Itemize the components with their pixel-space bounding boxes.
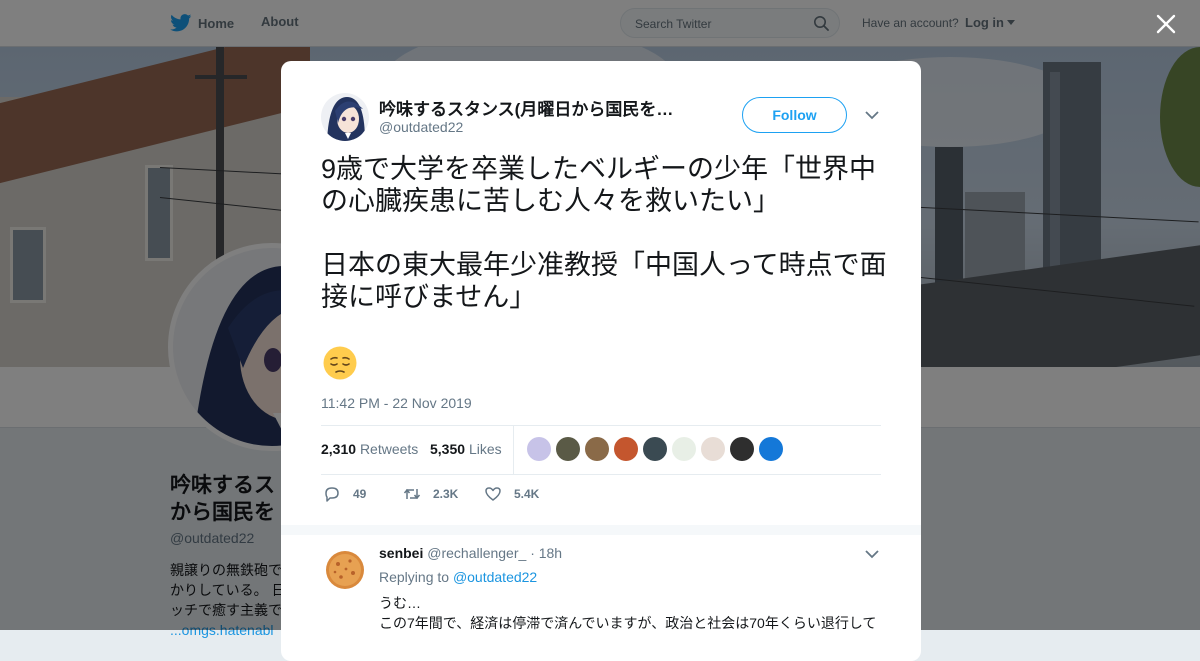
retweets-count: 2,310 xyxy=(321,441,357,457)
reply-author-avatar[interactable] xyxy=(325,550,365,590)
likes-count: 5,350 xyxy=(430,441,466,457)
pensive-face-emoji-icon xyxy=(323,346,357,380)
liker-avatar[interactable] xyxy=(614,437,638,461)
anime-avatar-image xyxy=(321,93,369,141)
like-action[interactable]: 5.4K xyxy=(484,485,539,503)
tweet-stats: 2,310 Retweets 5,350 Likes xyxy=(321,425,881,475)
chevron-down-icon[interactable] xyxy=(865,549,879,559)
tweet-text: 9歳で大学を卒業したベルギーの少年「世界中の心臓疾患に苦しむ人々を救いたい」 日… xyxy=(321,154,887,312)
tweet-author-handle[interactable]: @outdated22 xyxy=(379,119,463,135)
tweet-modal: 吟味するスタンス(月曜日から国民を… @outdated22 Follow 9歳… xyxy=(281,61,921,661)
reply-count: 49 xyxy=(353,487,367,501)
replies-separator xyxy=(281,525,921,535)
retweet-action[interactable]: 2.3K xyxy=(403,485,458,503)
reply-text-line: うむ… xyxy=(379,595,421,611)
retweet-icon xyxy=(403,488,421,500)
retweets-label: Retweets xyxy=(359,441,419,457)
reply-icon xyxy=(325,487,339,502)
stats-divider xyxy=(513,426,514,474)
senbei-cracker-image xyxy=(325,550,365,590)
liker-avatars xyxy=(527,437,788,461)
reply-author-name[interactable]: senbei xyxy=(379,545,423,561)
reply-author-handle[interactable]: @rechallenger_ xyxy=(427,545,526,561)
liker-avatar[interactable] xyxy=(585,437,609,461)
tweet-author-avatar[interactable] xyxy=(321,93,369,141)
liker-avatar[interactable] xyxy=(556,437,580,461)
liker-avatar[interactable] xyxy=(730,437,754,461)
reply-text-line: この7年間で、経済は停滞で済んでいますが、政治と社会は70年くらい退行して xyxy=(379,615,877,631)
likes-label: Likes xyxy=(468,441,502,457)
replying-to-prefix: Replying to xyxy=(379,569,450,585)
retweet-count: 2.3K xyxy=(433,487,459,501)
reply-text: うむ… この7年間で、経済は停滞で済んでいますが、政治と社会は70年くらい退行し… xyxy=(379,593,889,633)
liker-avatar[interactable] xyxy=(672,437,696,461)
tweet-author-name[interactable]: 吟味するスタンス(月曜日から国民を… xyxy=(379,95,699,120)
heart-icon xyxy=(485,487,501,501)
liker-avatar[interactable] xyxy=(759,437,783,461)
reply-time[interactable]: · 18h xyxy=(530,545,562,561)
replying-to-link[interactable]: @outdated22 xyxy=(453,569,537,585)
tweet-timestamp[interactable]: 11:42 PM - 22 Nov 2019 xyxy=(321,395,472,411)
liker-avatar[interactable] xyxy=(701,437,725,461)
retweets-stat[interactable]: 2,310 Retweets xyxy=(321,441,418,457)
follow-button[interactable]: Follow xyxy=(742,97,847,133)
liker-avatar[interactable] xyxy=(643,437,667,461)
replying-to-line: Replying to @outdated22 xyxy=(379,569,537,585)
liker-avatar[interactable] xyxy=(527,437,551,461)
like-count: 5.4K xyxy=(514,487,540,501)
reply-header: senbei @rechallenger_ · 18h xyxy=(379,545,562,561)
chevron-down-icon[interactable] xyxy=(865,110,879,120)
reply-action[interactable]: 49 xyxy=(323,485,366,503)
likes-stat[interactable]: 5,350 Likes xyxy=(430,441,502,457)
close-icon[interactable] xyxy=(1154,12,1178,36)
